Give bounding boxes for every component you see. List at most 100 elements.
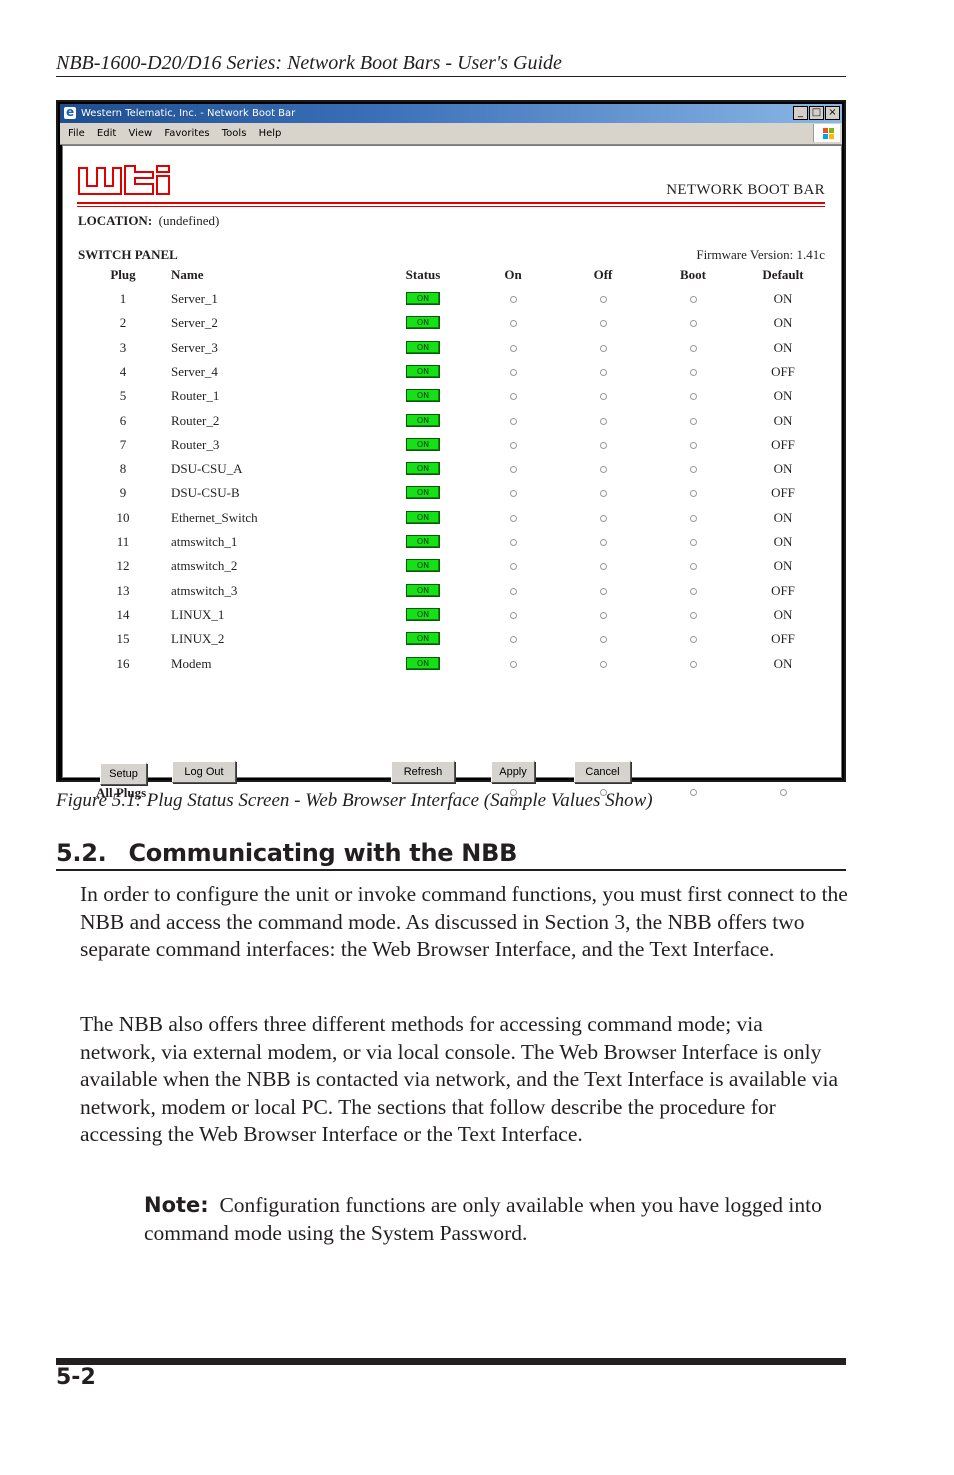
boot-radio[interactable] [690,660,697,668]
boot-radio[interactable] [690,320,697,328]
red-rule-bottom [77,206,825,207]
logout-button[interactable]: Log Out [172,761,236,783]
menu-help[interactable]: Help [259,128,282,139]
page-number: 5-2 [56,1365,96,1390]
running-head: NBB-1600-D20/D16 Series: Network Boot Ba… [56,52,562,74]
on-radio[interactable] [510,563,517,571]
plug-name: DSU-CSU_A [171,461,243,477]
status-indicator[interactable]: ON [406,413,440,427]
on-radio[interactable] [510,539,517,546]
status-indicator[interactable]: ON [406,316,440,330]
status-indicator[interactable]: ON [406,437,440,451]
menu-favorites[interactable]: Favorites [164,128,209,139]
menu-file[interactable]: File [68,128,85,139]
section-title: Communicating with the NBB [128,839,518,867]
off-radio[interactable] [600,636,607,644]
boot-radio[interactable] [690,393,697,401]
status-indicator[interactable]: ON [406,510,440,524]
refresh-button[interactable]: Refresh [391,761,455,783]
on-radio[interactable] [510,368,517,376]
off-radio[interactable] [600,441,607,449]
status-indicator[interactable]: ON [406,535,440,548]
menu-view[interactable]: View [128,128,152,139]
boot-radio[interactable] [690,636,697,644]
status-indicator[interactable]: ON [406,583,440,597]
boot-radio[interactable] [690,611,697,619]
status-indicator[interactable]: ON [406,340,440,354]
plug-name: Router_1 [171,388,220,404]
off-radio[interactable] [600,466,607,474]
table-row: 14 LINUX_1 ON ON [63,607,841,631]
on-radio[interactable] [510,466,517,474]
off-radio[interactable] [600,320,607,328]
menu-edit[interactable]: Edit [97,128,116,139]
boot-radio[interactable] [690,368,697,376]
setup-button[interactable]: Setup [100,763,147,785]
off-radio[interactable] [600,344,607,352]
off-radio[interactable] [600,660,607,668]
plug-name: Router_2 [171,412,220,428]
cancel-button[interactable]: Cancel [574,761,631,783]
boot-radio[interactable] [690,539,697,546]
off-radio[interactable] [600,417,607,425]
table-row: 2 Server_2 ON ON [63,315,841,339]
switch-panel-label: SWITCH PANEL [78,247,178,262]
off-radio[interactable] [600,514,607,522]
on-radio[interactable] [510,296,517,303]
off-radio[interactable] [600,393,607,401]
off-radio[interactable] [600,563,607,571]
on-radio[interactable] [510,441,517,449]
on-radio[interactable] [510,611,517,619]
boot-radio[interactable] [690,417,697,425]
boot-radio[interactable] [690,514,697,522]
table-row: 5 Router_1 ON ON [63,388,841,412]
status-indicator[interactable]: ON [406,364,440,378]
off-radio[interactable] [600,368,607,376]
status-indicator[interactable]: ON [406,632,440,646]
minimize-button[interactable]: _ [793,106,808,120]
page-content: NETWORK BOOT BAR LOCATION: (undefined) S… [62,145,842,800]
maximize-button[interactable]: □ [809,106,824,120]
status-indicator[interactable]: ON [406,486,440,500]
all-boot-radio[interactable] [690,789,697,796]
status-indicator[interactable]: ON [406,607,440,621]
status-indicator[interactable]: ON [406,656,440,670]
status-indicator[interactable]: ON [406,462,440,476]
default-state: OFF [771,631,795,647]
all-default-radio[interactable] [780,789,787,796]
note-block: Note: Configuration functions are only a… [144,1192,844,1247]
close-button[interactable]: × [825,106,840,120]
off-radio[interactable] [600,587,607,595]
menu-tools[interactable]: Tools [222,128,247,139]
status-indicator[interactable]: ON [406,389,440,403]
boot-radio[interactable] [690,344,697,352]
plug-number: 8 [119,461,127,477]
plug-name: Server_4 [171,363,218,379]
on-radio[interactable] [510,660,517,668]
off-radio[interactable] [600,296,607,303]
apply-button[interactable]: Apply [491,761,535,783]
status-indicator[interactable]: ON [406,559,440,573]
on-radio[interactable] [510,587,517,595]
boot-radio[interactable] [690,466,697,474]
status-indicator[interactable]: ON [406,292,440,305]
off-radio[interactable] [600,539,607,546]
header-status: Status [405,267,441,282]
table-row: 4 Server_4 ON OFF [63,364,841,388]
on-radio[interactable] [510,417,517,425]
on-radio[interactable] [510,490,517,498]
off-radio[interactable] [600,611,607,619]
section-heading: 5.2. Communicating with the NBB [56,839,517,867]
on-radio[interactable] [510,514,517,522]
boot-radio[interactable] [690,490,697,498]
boot-radio[interactable] [690,441,697,449]
boot-radio[interactable] [690,587,697,595]
boot-radio[interactable] [690,296,697,303]
off-radio[interactable] [600,490,607,498]
on-radio[interactable] [510,636,517,644]
boot-radio[interactable] [690,563,697,571]
on-radio[interactable] [510,393,517,401]
plug-name: LINUX_1 [171,606,225,622]
on-radio[interactable] [510,320,517,328]
on-radio[interactable] [510,344,517,352]
